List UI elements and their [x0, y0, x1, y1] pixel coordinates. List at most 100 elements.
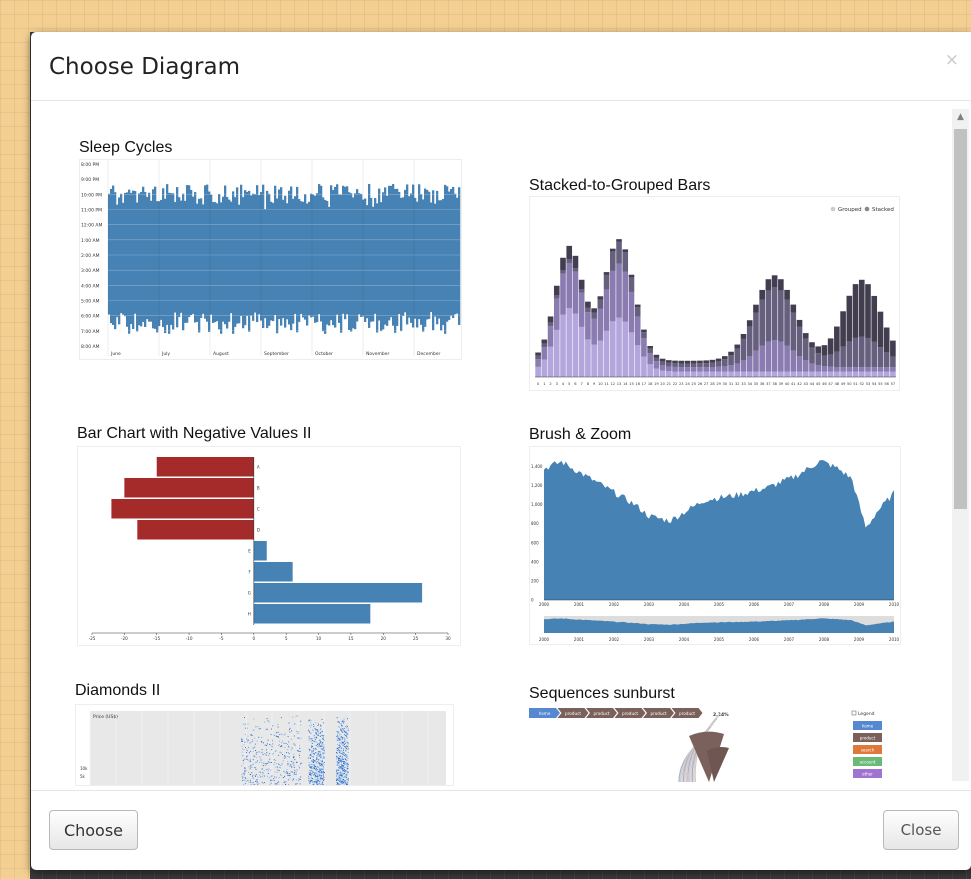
data-point	[275, 763, 277, 765]
data-point	[346, 755, 348, 757]
stack-segment	[547, 326, 554, 347]
data-point	[323, 756, 325, 758]
stack-segment	[753, 350, 759, 372]
x-tick-label: 2000	[539, 602, 550, 607]
data-point	[340, 750, 342, 752]
x-tick-label: 57	[891, 382, 896, 386]
data-point	[310, 754, 312, 755]
data-point	[251, 739, 253, 741]
data-point	[318, 774, 320, 776]
data-point	[255, 775, 256, 777]
sleep-bar	[232, 191, 235, 334]
data-point	[312, 730, 314, 732]
diagram-title: Brush & Zoom	[529, 426, 632, 443]
data-point	[338, 755, 339, 757]
x-tick-label: 10	[316, 636, 322, 641]
data-point	[319, 752, 321, 754]
vertical-scrollbar[interactable]: ▲	[952, 109, 969, 781]
sleep-bar	[312, 194, 315, 317]
close-icon[interactable]: ×	[945, 50, 959, 70]
data-point	[241, 774, 243, 776]
data-point	[314, 753, 316, 755]
sleep-bar	[122, 202, 125, 315]
data-point	[343, 780, 345, 782]
stack-segment	[771, 286, 778, 341]
scroll-thumb[interactable]	[954, 129, 967, 509]
data-point	[343, 765, 345, 767]
data-point	[340, 723, 342, 725]
sleep-bar	[308, 201, 311, 316]
x-tick-label: 19	[654, 382, 659, 386]
stack-segment	[703, 360, 709, 364]
stack-segment	[647, 346, 653, 349]
data-point	[321, 719, 323, 720]
diagram-brush-zoom[interactable]: Brush & Zoom 1,400 1,200 1,000 800 600 400 200…	[529, 426, 901, 646]
data-point	[337, 769, 339, 771]
diagram-thumbnail: A B C D E F G H -25 -20 -15 -10 -5 0 5 10 15 20 25 30	[77, 446, 461, 646]
data-point	[319, 755, 320, 757]
data-point	[284, 756, 286, 757]
diagram-diamonds-ii[interactable]: Diamonds II Price (US$) 10k 5k	[75, 682, 457, 790]
data-point	[272, 753, 274, 755]
sleep-bar	[230, 201, 233, 314]
context-tick-label: 2005	[714, 637, 725, 642]
stack-segment	[622, 271, 629, 322]
sleep-bar	[316, 193, 319, 323]
data-point	[345, 725, 346, 727]
data-point	[345, 776, 347, 778]
data-point	[267, 768, 269, 770]
diagram-stacked-to-grouped-bars[interactable]: Stacked-to-Grouped Bars 0 1 2 3 4 5 6 7 8 9 10 11 12…	[529, 177, 901, 392]
data-point	[267, 743, 268, 745]
choose-button[interactable]: Choose	[49, 810, 138, 850]
data-point	[250, 734, 252, 736]
sleep-bar	[170, 193, 173, 325]
data-point	[317, 773, 319, 775]
diagram-sequences-sunburst[interactable]: Sequences sunburst home product product pro…	[529, 685, 901, 790]
data-point	[242, 723, 244, 725]
x-tick-label: 35	[754, 382, 759, 386]
diagram-bar-chart-negative-values[interactable]: Bar Chart with Negative Values II A B C D E F…	[77, 425, 464, 647]
data-point	[312, 777, 313, 779]
data-point	[343, 739, 345, 741]
data-point	[322, 763, 324, 765]
data-point	[248, 739, 250, 741]
data-point	[323, 757, 325, 759]
data-point	[343, 718, 345, 720]
stack-segment	[678, 371, 685, 377]
scroll-up-icon[interactable]: ▲	[952, 109, 969, 126]
data-point	[319, 774, 321, 776]
data-point	[249, 779, 251, 781]
data-point	[264, 721, 266, 723]
data-point	[309, 782, 310, 784]
data-point	[254, 746, 256, 748]
data-point	[322, 752, 324, 754]
data-point	[320, 769, 322, 771]
x-tick-label: 17	[642, 382, 647, 386]
stack-segment	[659, 358, 666, 362]
data-point	[284, 733, 286, 735]
data-point	[346, 771, 348, 772]
data-point	[309, 767, 311, 769]
dialog-header: Choose Diagram ×	[31, 32, 971, 101]
diagram-sleep-cycles[interactable]: Sleep Cycles 8:00 PM 9:00 PM 10:00 PM 11:00…	[79, 139, 464, 364]
data-point	[340, 768, 342, 770]
data-point	[345, 754, 347, 756]
close-button[interactable]: Close	[883, 810, 959, 850]
stack-segment	[815, 353, 822, 366]
data-point	[254, 784, 256, 785]
data-point	[255, 756, 257, 758]
value-bar	[253, 562, 293, 582]
x-tick-label: 5	[285, 636, 288, 641]
data-point	[343, 782, 344, 784]
data-point	[342, 751, 344, 753]
legend-checkbox	[851, 710, 857, 716]
sleep-bar	[434, 203, 437, 317]
stack-segment	[585, 312, 591, 340]
data-point	[314, 760, 316, 762]
data-point	[341, 746, 343, 748]
data-point	[251, 766, 253, 768]
data-point	[320, 775, 322, 777]
data-point	[299, 757, 301, 759]
stack-segment	[858, 371, 865, 377]
stack-segment	[778, 371, 784, 377]
